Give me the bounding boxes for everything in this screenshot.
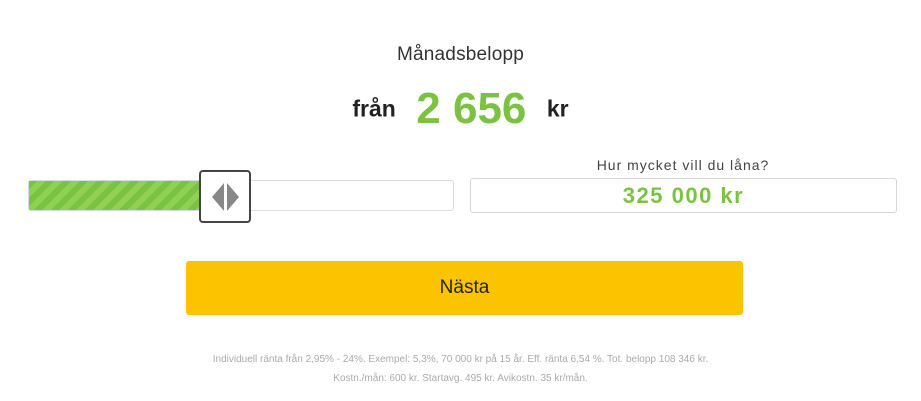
amount-prefix: från <box>352 95 396 122</box>
left-arrow-icon <box>211 182 224 211</box>
slider-fill <box>29 181 225 210</box>
disclaimer-line-1: Individuell ränta från 2,95% - 24%. Exem… <box>212 354 709 365</box>
monthly-amount-value: 2 656 <box>416 84 527 133</box>
right-arrow-icon <box>226 182 239 211</box>
loan-amount-input[interactable]: 325 000 kr <box>470 178 897 213</box>
disclaimer-line-2: Kostn./mån: 600 kr. Startavg. 495 kr. Av… <box>333 373 588 384</box>
slider-handle[interactable] <box>199 170 251 223</box>
monthly-amount-title: Månadsbelopp <box>396 44 525 65</box>
amount-currency: kr <box>546 95 569 122</box>
next-button[interactable]: Nästa <box>186 261 743 315</box>
loan-amount-label: Hur mycket vill du låna? <box>596 157 770 173</box>
disclaimer-text: Individuell ränta från 2,95% - 24%. Exem… <box>0 350 921 388</box>
monthly-amount-display: från 2 656 kr <box>0 84 921 134</box>
